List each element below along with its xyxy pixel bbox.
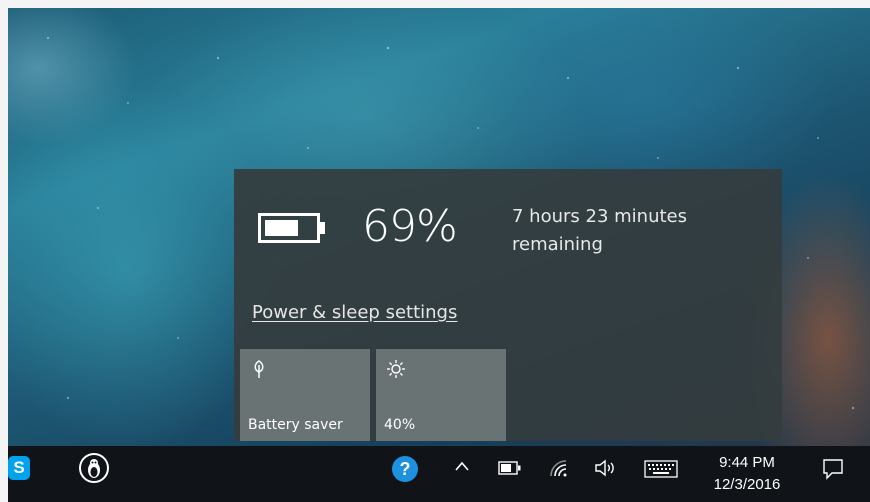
brightness-tile[interactable]: 40% — [376, 349, 506, 441]
battery-icon[interactable] — [498, 461, 522, 475]
time-remaining: 7 hours 23 minutes remaining — [512, 206, 687, 255]
clock[interactable]: 9:44 PM 12/3/2016 — [702, 452, 792, 496]
battery-flyout: 69% 7 hours 23 minutes remaining Power &… — [234, 169, 782, 441]
desktop-screen: 69% 7 hours 23 minutes remaining Power &… — [8, 8, 870, 502]
penguin-icon[interactable] — [78, 452, 110, 484]
help-icon[interactable]: ? — [392, 456, 418, 482]
brightness-icon — [387, 360, 405, 378]
taskbar: S ? 9:44 PM 12/3/2016 — [8, 446, 870, 502]
brightness-label: 40% — [384, 417, 416, 433]
skype-icon[interactable]: S — [8, 456, 30, 480]
leaf-icon — [254, 360, 264, 378]
battery-saver-label: Battery saver — [248, 417, 343, 433]
clock-time: 9:44 PM — [719, 454, 775, 471]
clock-date: 12/3/2016 — [713, 476, 781, 493]
battery-status-row: 69% 7 hours 23 minutes remaining — [258, 197, 758, 267]
power-sleep-settings-link[interactable]: Power & sleep settings — [252, 302, 457, 323]
battery-saver-tile[interactable]: Battery saver — [240, 349, 370, 441]
keyboard-icon[interactable] — [644, 460, 678, 478]
volume-icon[interactable] — [594, 458, 618, 478]
action-center-icon[interactable] — [822, 458, 844, 480]
battery-percent: 69% — [362, 201, 458, 252]
wifi-icon[interactable] — [548, 458, 570, 478]
chevron-up-icon[interactable] — [454, 458, 470, 476]
battery-large-icon — [258, 213, 328, 245]
